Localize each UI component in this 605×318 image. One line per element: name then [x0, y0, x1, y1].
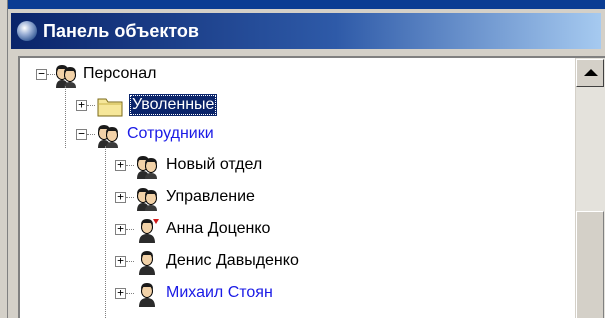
tree-node-personnel[interactable]: − Персонал	[20, 58, 580, 88]
tree-node-label: Уволенные	[129, 94, 218, 116]
group-icon	[136, 155, 158, 179]
tree-node-label: Анна Доценко	[166, 220, 271, 237]
window-left-border	[0, 0, 8, 318]
tree-node-management[interactable]: + Управление	[20, 182, 580, 212]
expand-toggle[interactable]: +	[115, 191, 126, 203]
group-icon	[97, 124, 119, 148]
tree-node-label: Персонал	[83, 65, 157, 82]
tree-node-person[interactable]: + Денис Давыденко	[20, 246, 580, 276]
vertical-scrollbar[interactable]	[575, 58, 605, 318]
tree-connector	[87, 134, 95, 135]
person-icon	[139, 218, 159, 243]
tree-connector	[126, 229, 134, 230]
scroll-up-button[interactable]	[576, 59, 604, 87]
tree-node-label: Денис Давыденко	[166, 252, 299, 269]
tree-node-new-department[interactable]: + Новый отдел	[20, 150, 580, 180]
scroll-thumb[interactable]	[576, 211, 604, 318]
collapse-toggle[interactable]: −	[36, 68, 47, 80]
panel-titlebar[interactable]: Панель объектов	[11, 13, 601, 49]
tree-connector	[126, 293, 134, 294]
expand-toggle[interactable]: +	[76, 99, 87, 111]
group-icon	[55, 64, 77, 88]
tree-node-label: Управление	[166, 188, 255, 205]
person-icon	[139, 250, 155, 275]
tree-node-person[interactable]: + Анна Доценко	[20, 214, 580, 244]
expand-toggle[interactable]: +	[115, 223, 126, 235]
tree-node-label: Сотрудники	[127, 125, 214, 142]
object-tree[interactable]: − Персонал + Уволенные − Сотрудники + Но…	[18, 56, 605, 318]
collapse-toggle[interactable]: −	[76, 128, 87, 140]
arrow-up-icon	[584, 69, 598, 76]
expand-toggle[interactable]: +	[115, 255, 126, 267]
tree-connector	[126, 197, 134, 198]
group-icon	[136, 187, 158, 211]
panel-title: Панель объектов	[43, 21, 199, 41]
tree-connector	[126, 165, 134, 166]
expand-toggle[interactable]: +	[115, 159, 126, 171]
expand-toggle[interactable]: +	[115, 287, 126, 299]
tree-node-employees[interactable]: − Сотрудники	[20, 118, 580, 148]
person-icon	[139, 282, 155, 307]
tree-node-dismissed[interactable]: + Уволенные	[20, 88, 580, 118]
folder-icon	[97, 98, 123, 117]
tree-connector	[126, 261, 134, 262]
tree-node-label: Михаил Стоян	[166, 284, 273, 301]
tree-connector	[87, 105, 95, 106]
tree-node-label: Новый отдел	[166, 156, 263, 173]
tree-node-person[interactable]: + Михаил Стоян	[20, 278, 580, 308]
window-top-strip	[0, 0, 605, 9]
panel-orb-icon	[17, 21, 37, 41]
